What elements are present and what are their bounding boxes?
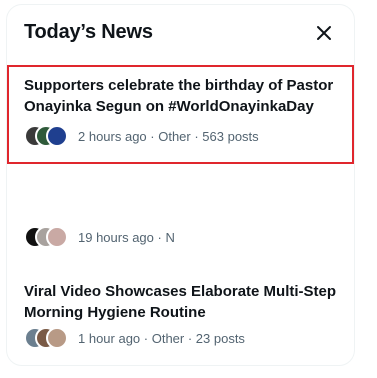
panel-header: Today’s News [7, 5, 354, 57]
news-meta: 19 hours ago · N [24, 226, 175, 248]
avatar-stack [24, 327, 78, 349]
close-button[interactable] [312, 21, 336, 45]
news-meta-text: 19 hours ago · N [78, 229, 175, 245]
avatar [46, 125, 68, 147]
news-item[interactable]: Supporters celebrate the birthday of Pas… [7, 65, 354, 164]
news-item[interactable]: 19 hours ago · N [7, 170, 354, 265]
news-item[interactable]: Viral Video Showcases Elaborate Multi-St… [7, 273, 354, 367]
todays-news-panel: Today’s News Supporters celebrate the bi… [6, 4, 355, 366]
news-meta: 2 hours ago · Other · 563 posts [24, 125, 259, 147]
news-headline: Supporters celebrate the birthday of Pas… [24, 77, 334, 115]
news-headline: Viral Video Showcases Elaborate Multi-St… [24, 283, 337, 321]
avatar [46, 226, 68, 248]
news-meta: 1 hour ago · Other · 23 posts [24, 327, 245, 349]
avatar-stack [24, 125, 78, 147]
avatar-stack [24, 226, 78, 248]
avatar [46, 327, 68, 349]
news-meta-text: 1 hour ago · Other · 23 posts [78, 330, 245, 346]
close-icon [317, 26, 331, 40]
news-meta-text: 2 hours ago · Other · 563 posts [78, 128, 259, 144]
panel-title: Today’s News [24, 21, 153, 43]
